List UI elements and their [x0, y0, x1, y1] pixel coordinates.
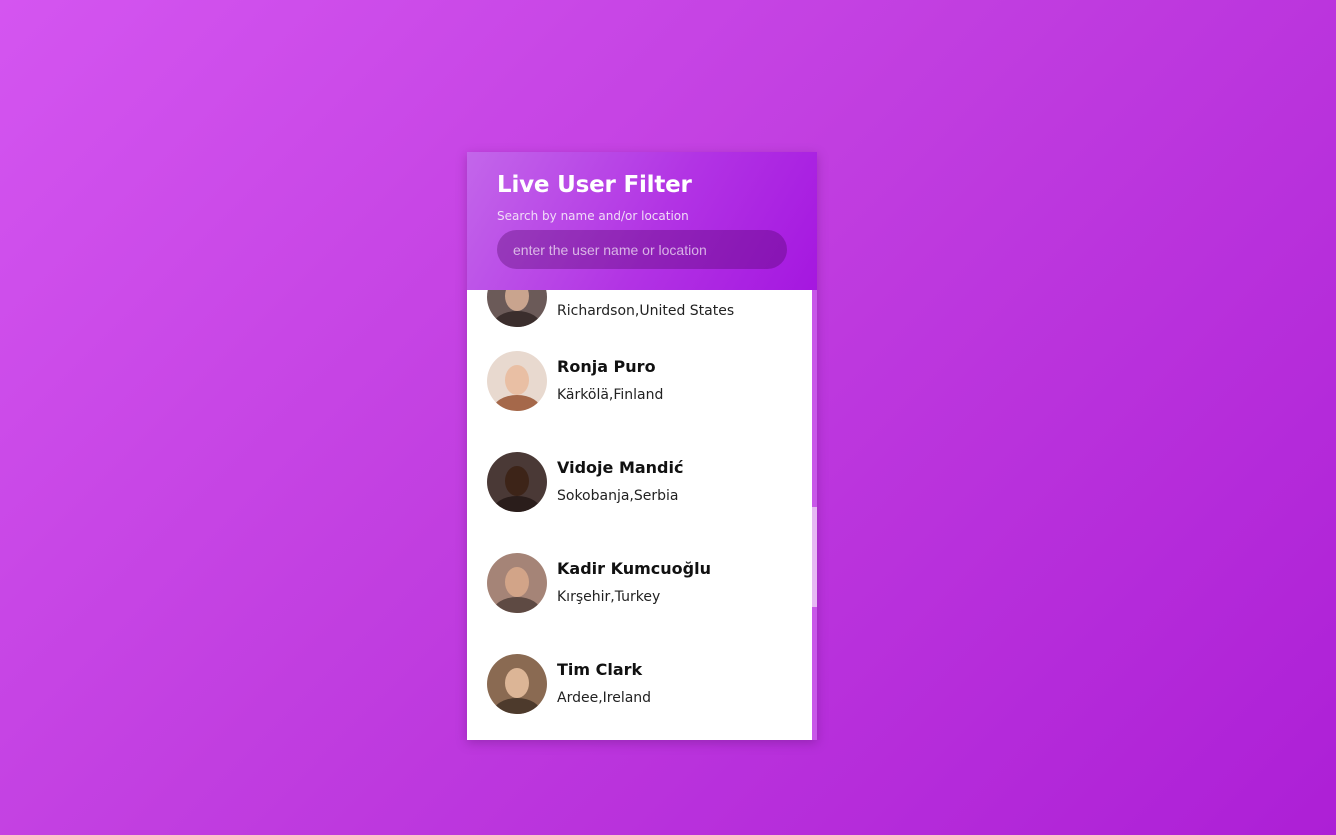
user-list-item[interactable]: Kadir Kumcuoğlu Kırşehir,Turkey — [467, 553, 812, 643]
page-title: Live User Filter — [497, 172, 692, 198]
user-list-item[interactable]: Vidoje Mandić Sokobanja,Serbia — [467, 452, 812, 542]
user-avatar — [487, 351, 547, 411]
user-avatar — [487, 452, 547, 512]
user-avatar — [487, 654, 547, 714]
user-list-item[interactable]: Richardson,United States — [467, 290, 812, 357]
user-list[interactable]: Richardson,United States Ronja Puro Kärk… — [467, 290, 812, 740]
user-location: Kırşehir,Turkey — [557, 589, 661, 605]
user-avatar — [487, 553, 547, 613]
user-name: Ronja Puro — [557, 357, 656, 376]
user-location: Ardee,Ireland — [557, 690, 652, 706]
user-list-item[interactable]: Tim Clark Ardee,Ireland — [467, 654, 812, 740]
user-location: Sokobanja,Serbia — [557, 488, 679, 504]
card-header: Live User Filter Search by name and/or l… — [467, 152, 817, 290]
user-name: Kadir Kumcuoğlu — [557, 559, 711, 578]
search-input[interactable] — [497, 230, 787, 269]
user-location: Richardson,United States — [557, 303, 735, 319]
page-subtitle: Search by name and/or location — [497, 209, 689, 223]
user-location: Kärkölä,Finland — [557, 387, 664, 403]
user-name: Tim Clark — [557, 660, 643, 679]
user-avatar — [487, 290, 547, 327]
list-scrollbar-thumb[interactable] — [812, 507, 817, 607]
user-list-item[interactable]: Ronja Puro Kärkölä,Finland — [467, 351, 812, 441]
user-filter-card: Richardson,United States Ronja Puro Kärk… — [467, 152, 817, 740]
user-name: Vidoje Mandić — [557, 458, 684, 477]
